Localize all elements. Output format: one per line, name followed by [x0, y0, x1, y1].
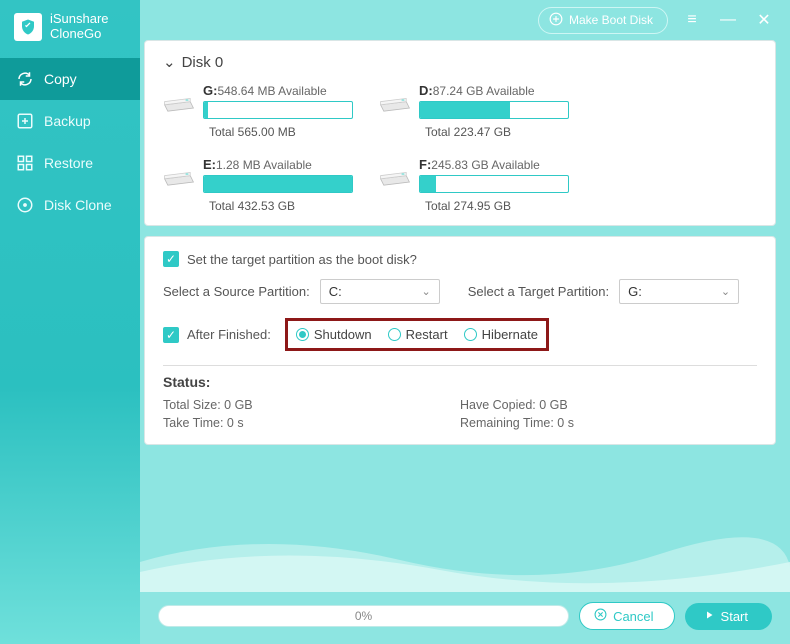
hdd-icon: [379, 166, 411, 190]
divider: [163, 365, 757, 366]
chevron-down-icon: ⌄: [721, 285, 730, 298]
close-button[interactable]: ✕: [752, 8, 776, 32]
partition-total: Total 274.95 GB: [425, 199, 569, 213]
radio-dot-icon: [464, 328, 477, 341]
partition-item[interactable]: G:548.64 MB Available Total 565.00 MB: [163, 83, 353, 139]
refresh-icon: [16, 70, 34, 88]
hdd-icon: [163, 92, 195, 116]
radio-restart[interactable]: Restart: [388, 327, 448, 342]
set-boot-checkbox[interactable]: ✓ Set the target partition as the boot d…: [163, 251, 757, 267]
radio-hibernate-label: Hibernate: [482, 327, 538, 342]
after-finished-label: After Finished:: [187, 327, 271, 342]
disk-header[interactable]: ⌄ Disk 0: [163, 53, 757, 71]
nav-backup[interactable]: Backup: [0, 100, 140, 142]
minimize-button[interactable]: —: [716, 8, 740, 32]
checkbox-checked-icon: ✓: [163, 251, 179, 267]
target-partition-label: Select a Target Partition:: [468, 284, 609, 299]
partition-usage-bar: [203, 175, 353, 193]
nav-restore-label: Restore: [44, 155, 93, 171]
grid-icon: [16, 154, 34, 172]
partition-item[interactable]: E:1.28 MB Available Total 432.53 GB: [163, 157, 353, 213]
status-grid: Total Size: 0 GB Have Copied: 0 GB Take …: [163, 396, 757, 432]
shield-icon: [14, 13, 42, 41]
plus-box-icon: [16, 112, 34, 130]
partition-available: G:548.64 MB Available: [203, 83, 353, 98]
cancel-label: Cancel: [613, 609, 653, 624]
radio-hibernate[interactable]: Hibernate: [464, 327, 538, 342]
nav-disk-clone-label: Disk Clone: [44, 197, 112, 213]
status-remaining-value: 0 s: [557, 416, 574, 430]
hdd-icon: [379, 92, 411, 116]
status-take-time-label: Take Time:: [163, 416, 223, 430]
main: Make Boot Disk ≡ — ✕ ⌄ Disk 0 G:548.64 M…: [140, 0, 790, 644]
titlebar: Make Boot Disk ≡ — ✕: [140, 0, 790, 40]
radio-shutdown-label: Shutdown: [314, 327, 372, 342]
make-boot-disk-button[interactable]: Make Boot Disk: [538, 7, 668, 34]
nav-disk-clone[interactable]: Disk Clone: [0, 184, 140, 226]
partition-usage-bar: [419, 101, 569, 119]
partition-total: Total 432.53 GB: [209, 199, 353, 213]
partition-available: D:87.24 GB Available: [419, 83, 569, 98]
after-options-highlight: Shutdown Restart Hibernate: [285, 318, 549, 351]
partition-usage-bar: [203, 101, 353, 119]
start-button[interactable]: Start: [685, 603, 772, 630]
chevron-down-icon: ⌄: [163, 53, 176, 71]
start-label: Start: [721, 609, 748, 624]
status-total-size-label: Total Size:: [163, 398, 221, 412]
radio-restart-label: Restart: [406, 327, 448, 342]
nav-copy-label: Copy: [44, 71, 77, 87]
partition-total: Total 565.00 MB: [209, 125, 353, 139]
target-partition-dropdown[interactable]: G: ⌄: [619, 279, 739, 304]
plus-circle-icon: [549, 12, 563, 29]
partition-total: Total 223.47 GB: [425, 125, 569, 139]
cancel-button[interactable]: Cancel: [579, 602, 674, 630]
partition-usage-bar: [419, 175, 569, 193]
wave-decoration: [140, 522, 790, 592]
radio-shutdown[interactable]: Shutdown: [296, 327, 372, 342]
nav-restore[interactable]: Restore: [0, 142, 140, 184]
partition-available: E:1.28 MB Available: [203, 157, 353, 172]
nav-backup-label: Backup: [44, 113, 91, 129]
status-have-copied-value: 0 GB: [539, 398, 568, 412]
nav-copy[interactable]: Copy: [0, 58, 140, 100]
status-total-size-value: 0 GB: [224, 398, 253, 412]
menu-button[interactable]: ≡: [680, 8, 704, 32]
app-title-2: CloneGo: [50, 27, 109, 42]
play-icon: [703, 609, 715, 624]
disk-panel: ⌄ Disk 0 G:548.64 MB Available Total 565.…: [144, 40, 776, 226]
source-partition-dropdown[interactable]: C: ⌄: [320, 279, 440, 304]
partition-available: F:245.83 GB Available: [419, 157, 569, 172]
app-title-1: iSunshare: [50, 12, 109, 27]
set-boot-label: Set the target partition as the boot dis…: [187, 252, 417, 267]
radio-dot-icon: [296, 328, 309, 341]
disk-header-label: Disk 0: [182, 54, 224, 71]
footer: 0% Cancel Start: [140, 592, 790, 644]
status-remaining-label: Remaining Time:: [460, 416, 554, 430]
source-partition-value: C:: [329, 284, 342, 299]
source-partition-label: Select a Source Partition:: [163, 284, 310, 299]
hdd-icon: [163, 166, 195, 190]
sidebar: iSunshare CloneGo Copy Backup Restore Di…: [0, 0, 140, 644]
status-take-time-value: 0 s: [227, 416, 244, 430]
make-boot-disk-label: Make Boot Disk: [569, 13, 653, 27]
partition-item[interactable]: F:245.83 GB Available Total 274.95 GB: [379, 157, 569, 213]
partition-item[interactable]: D:87.24 GB Available Total 223.47 GB: [379, 83, 569, 139]
chevron-down-icon: ⌄: [421, 285, 430, 298]
target-partition-value: G:: [628, 284, 642, 299]
status-heading: Status:: [163, 374, 757, 390]
progress-label: 0%: [355, 609, 372, 623]
after-finished-checkbox[interactable]: ✓ After Finished:: [163, 327, 271, 343]
disk-icon: [16, 196, 34, 214]
app-logo: iSunshare CloneGo: [0, 0, 140, 58]
x-circle-icon: [594, 608, 607, 624]
progress-bar: 0%: [158, 605, 569, 627]
radio-dot-icon: [388, 328, 401, 341]
settings-panel: ✓ Set the target partition as the boot d…: [144, 236, 776, 445]
checkbox-checked-icon: ✓: [163, 327, 179, 343]
status-have-copied-label: Have Copied:: [460, 398, 536, 412]
